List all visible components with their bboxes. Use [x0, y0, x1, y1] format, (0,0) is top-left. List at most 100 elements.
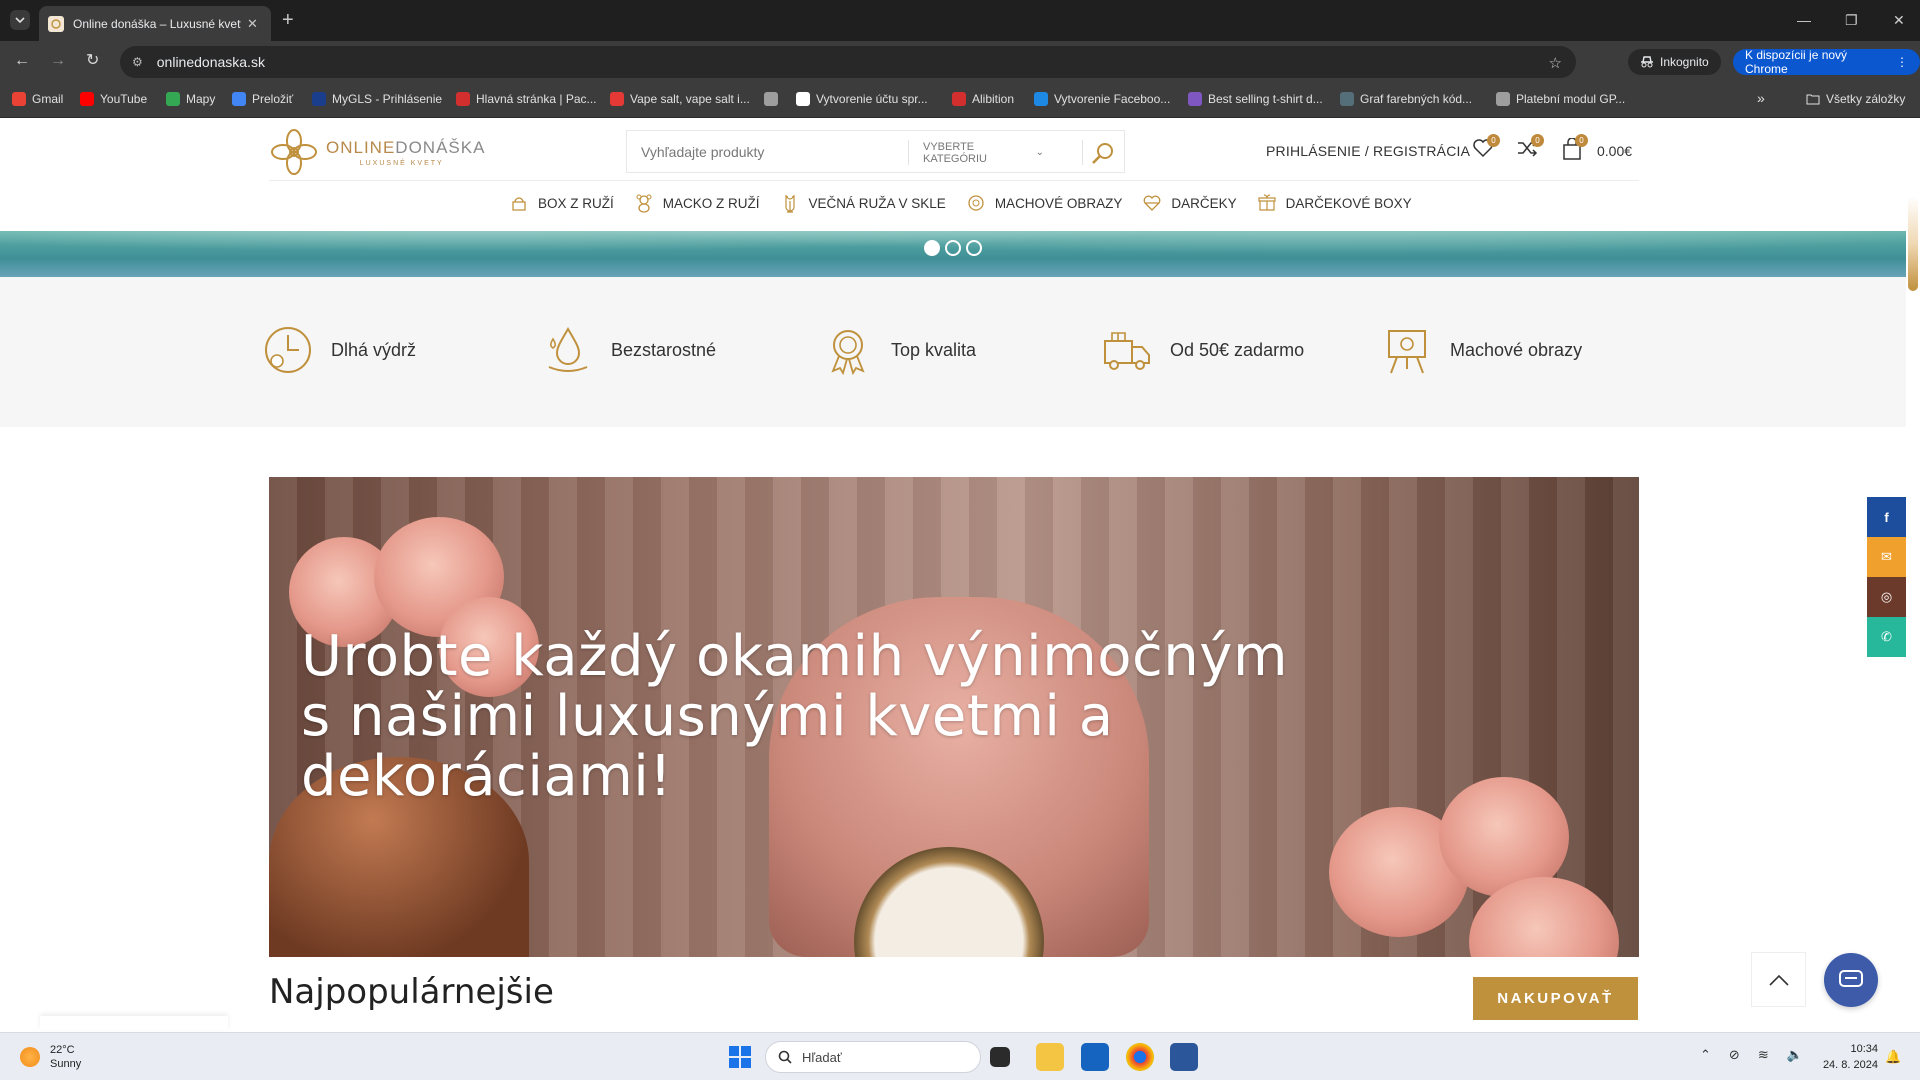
- update-chrome-button[interactable]: K dispozícii je nový Chrome ⋮: [1733, 48, 1920, 76]
- close-window-icon[interactable]: ✕: [1893, 12, 1905, 29]
- new-tab-button[interactable]: +: [282, 10, 294, 30]
- chat-button[interactable]: [1824, 953, 1878, 1007]
- forward-icon[interactable]: →: [50, 53, 66, 69]
- bookmarks-bar: Gmail YouTube Mapy Preložiť MyGLS - Prihláse…: [0, 83, 1920, 118]
- all-bookmarks-button[interactable]: Všetky záložky: [1806, 92, 1905, 106]
- chevron-down-icon: [15, 17, 25, 24]
- product-search-form: VYBERTE KATEGÓRIU ⌄: [626, 130, 1125, 173]
- site-info-icon[interactable]: ⚙: [132, 55, 143, 69]
- nav-item-2[interactable]: MACKO Z RUŽÍ: [634, 193, 760, 213]
- bookmark-item[interactable]: Gmail: [12, 92, 63, 106]
- file-explorer-icon[interactable]: [1036, 1043, 1064, 1071]
- feature-label: Machové obrazy: [1450, 339, 1583, 360]
- bookmark-star-icon[interactable]: ☆: [1549, 54, 1562, 72]
- instagram-icon[interactable]: ◎: [1867, 577, 1906, 617]
- slider-dot[interactable]: [945, 240, 961, 256]
- category-select[interactable]: VYBERTE KATEGÓRIU ⌄: [908, 140, 1058, 165]
- bookmark-item[interactable]: MyGLS - Prihlásenie: [312, 92, 442, 106]
- bookmark-item[interactable]: Mapy: [166, 92, 215, 106]
- tab-search-button[interactable]: [10, 10, 30, 30]
- system-tray: ⌃ ⊘ ≋ 🔈: [1700, 1047, 1803, 1063]
- search-button[interactable]: [1082, 140, 1122, 165]
- all-bookmarks-label: Všetky záložky: [1826, 92, 1906, 106]
- cart-button[interactable]: 0: [1562, 134, 1588, 160]
- nav-item-6[interactable]: DARČEKOVÉ BOXY: [1257, 193, 1412, 213]
- scroll-to-top-button[interactable]: [1751, 952, 1806, 1007]
- wishlist-button[interactable]: 0: [1472, 134, 1500, 158]
- reload-icon[interactable]: ↻: [86, 53, 99, 69]
- bookmarks-overflow-icon[interactable]: »: [1757, 90, 1765, 106]
- email-icon[interactable]: ✉: [1867, 537, 1906, 577]
- bookmark-item[interactable]: Best selling t-shirt d...: [1188, 92, 1323, 106]
- nav-item-4[interactable]: MACHOVÉ OBRAZY: [966, 193, 1122, 213]
- bookmark-label: Graf farebných kód...: [1360, 92, 1473, 106]
- restore-icon[interactable]: ❐: [1845, 12, 1858, 29]
- nav-item-label: BOX Z RUŽÍ: [538, 195, 614, 211]
- task-view-icon[interactable]: [990, 1047, 1010, 1067]
- nav-item-3[interactable]: VEČNÁ RUŽA V SKLE: [780, 193, 946, 213]
- sync-off-icon[interactable]: ⊘: [1729, 1047, 1740, 1063]
- bookmark-favicon-icon: [764, 92, 778, 106]
- search-icon: [778, 1050, 792, 1064]
- url-text[interactable]: onlinedonaska.sk: [157, 54, 265, 70]
- bookmark-item[interactable]: Vytvorenie Faceboo...: [1034, 92, 1170, 106]
- wifi-icon[interactable]: ≋: [1758, 1047, 1769, 1063]
- system-clock[interactable]: 10:34 24. 8. 2024: [1810, 1041, 1878, 1073]
- bookmark-item[interactable]: Preložiť: [232, 92, 293, 106]
- chrome-icon[interactable]: [1126, 1043, 1154, 1071]
- hero-banner: Urobte každý okamih výnimočným s našimi …: [269, 477, 1639, 957]
- active-tab[interactable]: Online donáška – Luxusné kvety ✕: [39, 6, 271, 41]
- mail-icon[interactable]: [1081, 1043, 1109, 1071]
- volume-icon[interactable]: 🔈: [1787, 1047, 1803, 1063]
- incognito-indicator[interactable]: Inkognito: [1628, 49, 1721, 75]
- gift-box-icon: [1258, 194, 1276, 211]
- back-icon[interactable]: ←: [14, 53, 30, 69]
- bookmark-item[interactable]: Platební modul GP...: [1496, 92, 1625, 106]
- main-navigation: BOX Z RUŽÍ MACKO Z RUŽÍ VEČNÁ RUŽA V SKLE M…: [509, 193, 1412, 213]
- sun-icon: [20, 1047, 40, 1067]
- bookmark-item[interactable]: YouTube: [80, 92, 147, 106]
- facebook-icon[interactable]: f: [1867, 497, 1906, 537]
- cart-total[interactable]: 0.00€: [1597, 143, 1632, 159]
- bookmark-item[interactable]: Graf farebných kód...: [1340, 92, 1472, 106]
- chevron-up-icon: [1768, 974, 1789, 986]
- compare-button[interactable]: 0: [1516, 134, 1544, 158]
- bookmark-item[interactable]: Vytvorenie účtu spr...: [796, 92, 928, 106]
- bookmark-label: Vytvorenie Faceboo...: [1054, 92, 1171, 106]
- slider-pagination: [924, 240, 982, 256]
- chat-bubble-icon: [1839, 970, 1863, 987]
- nav-item-5[interactable]: DARČEKY: [1142, 193, 1237, 213]
- chevron-up-icon[interactable]: ⌃: [1700, 1047, 1711, 1063]
- whatsapp-icon[interactable]: ✆: [1867, 617, 1906, 657]
- bookmark-item[interactable]: [764, 92, 784, 106]
- bookmark-item[interactable]: Alibition: [952, 92, 1014, 106]
- minimize-icon[interactable]: —: [1797, 12, 1811, 28]
- scrollbar-thumb[interactable]: [1908, 196, 1918, 291]
- shop-button[interactable]: NAKUPOVAŤ: [1473, 977, 1638, 1020]
- windows-logo-icon: [729, 1046, 751, 1068]
- feature-label: Od 50€ zadarmo: [1170, 339, 1305, 360]
- bookmark-item[interactable]: Hlavná stránka | Pac...: [456, 92, 597, 106]
- site-logo[interactable]: ONLINEDONÁŠKA LUXUSNÉ KVETY: [270, 128, 485, 176]
- taskbar-search[interactable]: Hľadať: [765, 1041, 981, 1073]
- section-title: Najpopulárnejšie: [269, 972, 554, 1012]
- search-input[interactable]: [641, 143, 921, 160]
- nav-item-label: DARČEKOVÉ BOXY: [1285, 195, 1412, 211]
- award-icon: [831, 330, 865, 375]
- notification-bell-icon[interactable]: 🔔: [1885, 1049, 1901, 1065]
- login-register-link[interactable]: PRIHLÁSENIE / REGISTRÁCIA: [1266, 143, 1470, 159]
- start-button[interactable]: [728, 1045, 752, 1069]
- menu-dots-icon[interactable]: ⋮: [1896, 55, 1908, 69]
- slider-dot[interactable]: [924, 240, 940, 256]
- slider-dot[interactable]: [966, 240, 982, 256]
- bookmark-item[interactable]: Vape salt, vape salt i...: [610, 92, 750, 106]
- cookie-notice-tab[interactable]: [40, 1016, 228, 1030]
- close-tab-icon[interactable]: ✕: [247, 16, 258, 32]
- weather-temperature: 22°C: [50, 1044, 75, 1056]
- nav-item-1[interactable]: BOX Z RUŽÍ: [509, 193, 614, 213]
- word-icon[interactable]: [1170, 1043, 1198, 1071]
- weather-widget[interactable]: 22°C Sunny: [20, 1043, 81, 1071]
- address-bar[interactable]: ⚙ onlinedonaska.sk ☆: [120, 46, 1576, 78]
- folder-icon: [1806, 94, 1820, 105]
- feature-label: Dlhá výdrž: [331, 339, 417, 360]
